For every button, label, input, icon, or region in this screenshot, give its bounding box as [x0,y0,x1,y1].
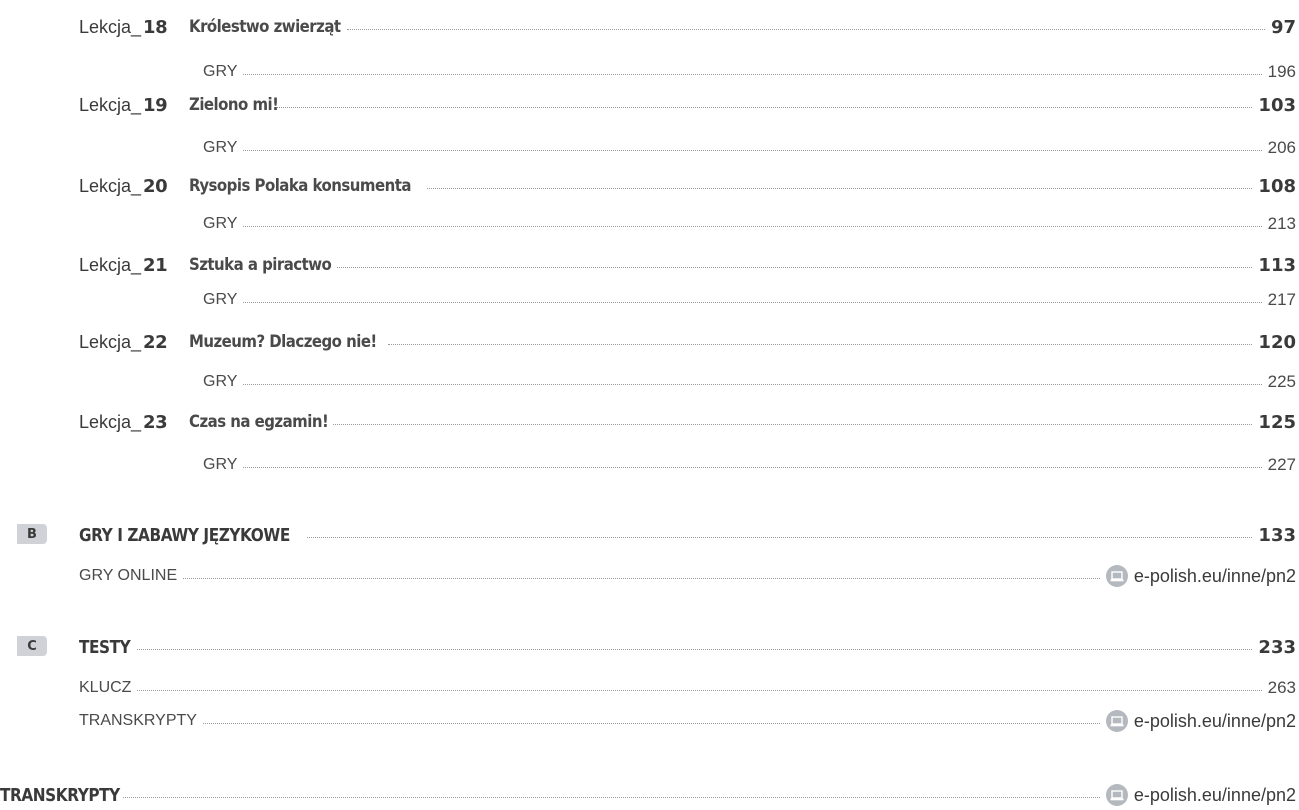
key-page: 263 [1267,678,1296,697]
laptop-icon [1105,710,1128,732]
games-page: 196 [1267,62,1296,81]
lesson-page: 97 [1270,16,1296,38]
section-page: 133 [1258,524,1296,546]
toc-games-row[interactable]: GRY 213 [203,209,1296,239]
dot-leader [243,149,1262,151]
toc-lesson-row[interactable]: Lekcja_ 21 Sztuka a piractwo 113 [79,250,1296,280]
section-title: TRANSKRYPTY [0,784,120,806]
dot-leader [243,225,1262,227]
toc-key-row[interactable]: KLUCZ 263 [79,673,1296,703]
dot-leader [243,73,1262,75]
dot-leader [183,577,1100,579]
toc-lesson-row[interactable]: Lekcja_ 20 Rysopis Polaka konsumenta 108 [79,171,1296,201]
dot-leader [243,383,1262,385]
lesson-page: 113 [1258,254,1296,276]
games-label: GRY [203,139,238,156]
transcripts-label: TRANSKRYPTY [79,712,197,729]
dot-leader [202,722,1100,724]
lesson-prefix: Lekcja_ [79,16,142,37]
lesson-page: 108 [1258,175,1296,197]
section-title: TESTY [79,636,131,658]
link-text[interactable]: e-polish.eu/inne/pn2 [1134,711,1296,732]
toc-games-row[interactable]: GRY 206 [203,133,1296,163]
toc-games-row[interactable]: GRY 196 [203,57,1296,87]
games-label: GRY [203,456,238,473]
lesson-title: Czas na egzamin! [189,412,329,432]
toc-games-row[interactable]: GRY 227 [203,450,1296,480]
section-title: GRY I ZABAWY JĘZYKOWE [79,524,290,546]
toc-lesson-row[interactable]: Lekcja_ 19 Zielono mi! 103 [79,90,1296,120]
lesson-page: 120 [1258,331,1296,353]
dot-leader [307,536,1253,538]
games-page: 213 [1267,214,1296,233]
lesson-number: 20 [143,175,168,197]
lesson-title: Królestwo zwierząt [189,17,341,37]
lesson-title: Sztuka a piractwo [189,255,332,275]
toc-transcripts-row[interactable]: TRANSKRYPTY e-polish.eu/inne/pn2 [0,780,1296,810]
games-label: GRY [203,291,238,308]
section-page: 233 [1258,636,1296,658]
dot-leader [333,423,1253,425]
dot-leader [388,343,1253,345]
toc-lesson-row[interactable]: Lekcja_ 18 Królestwo zwierząt 97 [79,12,1296,42]
lesson-title: Rysopis Polaka konsumenta [189,176,412,196]
dot-leader [276,106,1253,108]
dot-leader [243,301,1262,303]
lesson-prefix: Lekcja_ [79,175,142,196]
lesson-number: 21 [143,254,168,276]
games-page: 206 [1267,138,1296,157]
games-page: 217 [1267,290,1296,309]
games-label: GRY [203,215,238,232]
games-label: GRY [203,63,238,80]
laptop-icon [1105,565,1128,587]
dot-leader [137,689,1262,691]
lesson-title: Muzeum? Dlaczego nie! [189,332,377,352]
online-games-label: GRY ONLINE [79,567,178,584]
lesson-page: 103 [1258,94,1296,116]
lesson-number: 18 [143,16,168,38]
lesson-prefix: Lekcja_ [79,331,142,352]
dot-leader [122,796,1100,798]
lesson-title: Zielono mi! [189,95,279,115]
toc-games-row[interactable]: GRY 225 [203,367,1296,397]
toc-transcripts-sub-row[interactable]: TRANSKRYPTY e-polish.eu/inne/pn2 [79,706,1296,736]
dot-leader [427,187,1253,189]
toc-games-row[interactable]: GRY 217 [203,285,1296,315]
dot-leader [243,466,1262,468]
lesson-prefix: Lekcja_ [79,254,142,275]
toc-section-row[interactable]: GRY I ZABAWY JĘZYKOWE 133 [79,520,1296,550]
web-link[interactable]: e-polish.eu/inne/pn2 [1105,784,1296,806]
lesson-prefix: Lekcja_ [79,411,142,432]
toc-lesson-row[interactable]: Lekcja_ 22 Muzeum? Dlaczego nie! 120 [79,327,1296,357]
key-label: KLUCZ [79,679,132,696]
laptop-icon [1105,784,1128,806]
dot-leader [137,648,1253,650]
toc-lesson-row[interactable]: Lekcja_ 23 Czas na egzamin! 125 [79,407,1296,437]
section-tag-b: B [17,524,47,544]
lesson-page: 125 [1258,411,1296,433]
toc-section-row[interactable]: TESTY 233 [79,632,1296,662]
web-link[interactable]: e-polish.eu/inne/pn2 [1105,710,1296,732]
web-link[interactable]: e-polish.eu/inne/pn2 [1105,565,1296,587]
games-page: 225 [1267,372,1296,391]
lesson-prefix: Lekcja_ [79,94,142,115]
link-text[interactable]: e-polish.eu/inne/pn2 [1134,785,1296,806]
games-label: GRY [203,373,238,390]
lesson-number: 23 [143,411,168,433]
section-tag-c: C [17,636,47,656]
dot-leader [347,28,1265,30]
games-page: 227 [1267,455,1296,474]
lesson-number: 22 [143,331,168,353]
toc-online-games-row[interactable]: GRY ONLINE e-polish.eu/inne/pn2 [79,561,1296,591]
lesson-number: 19 [143,94,168,116]
link-text[interactable]: e-polish.eu/inne/pn2 [1134,566,1296,587]
dot-leader [336,266,1253,268]
